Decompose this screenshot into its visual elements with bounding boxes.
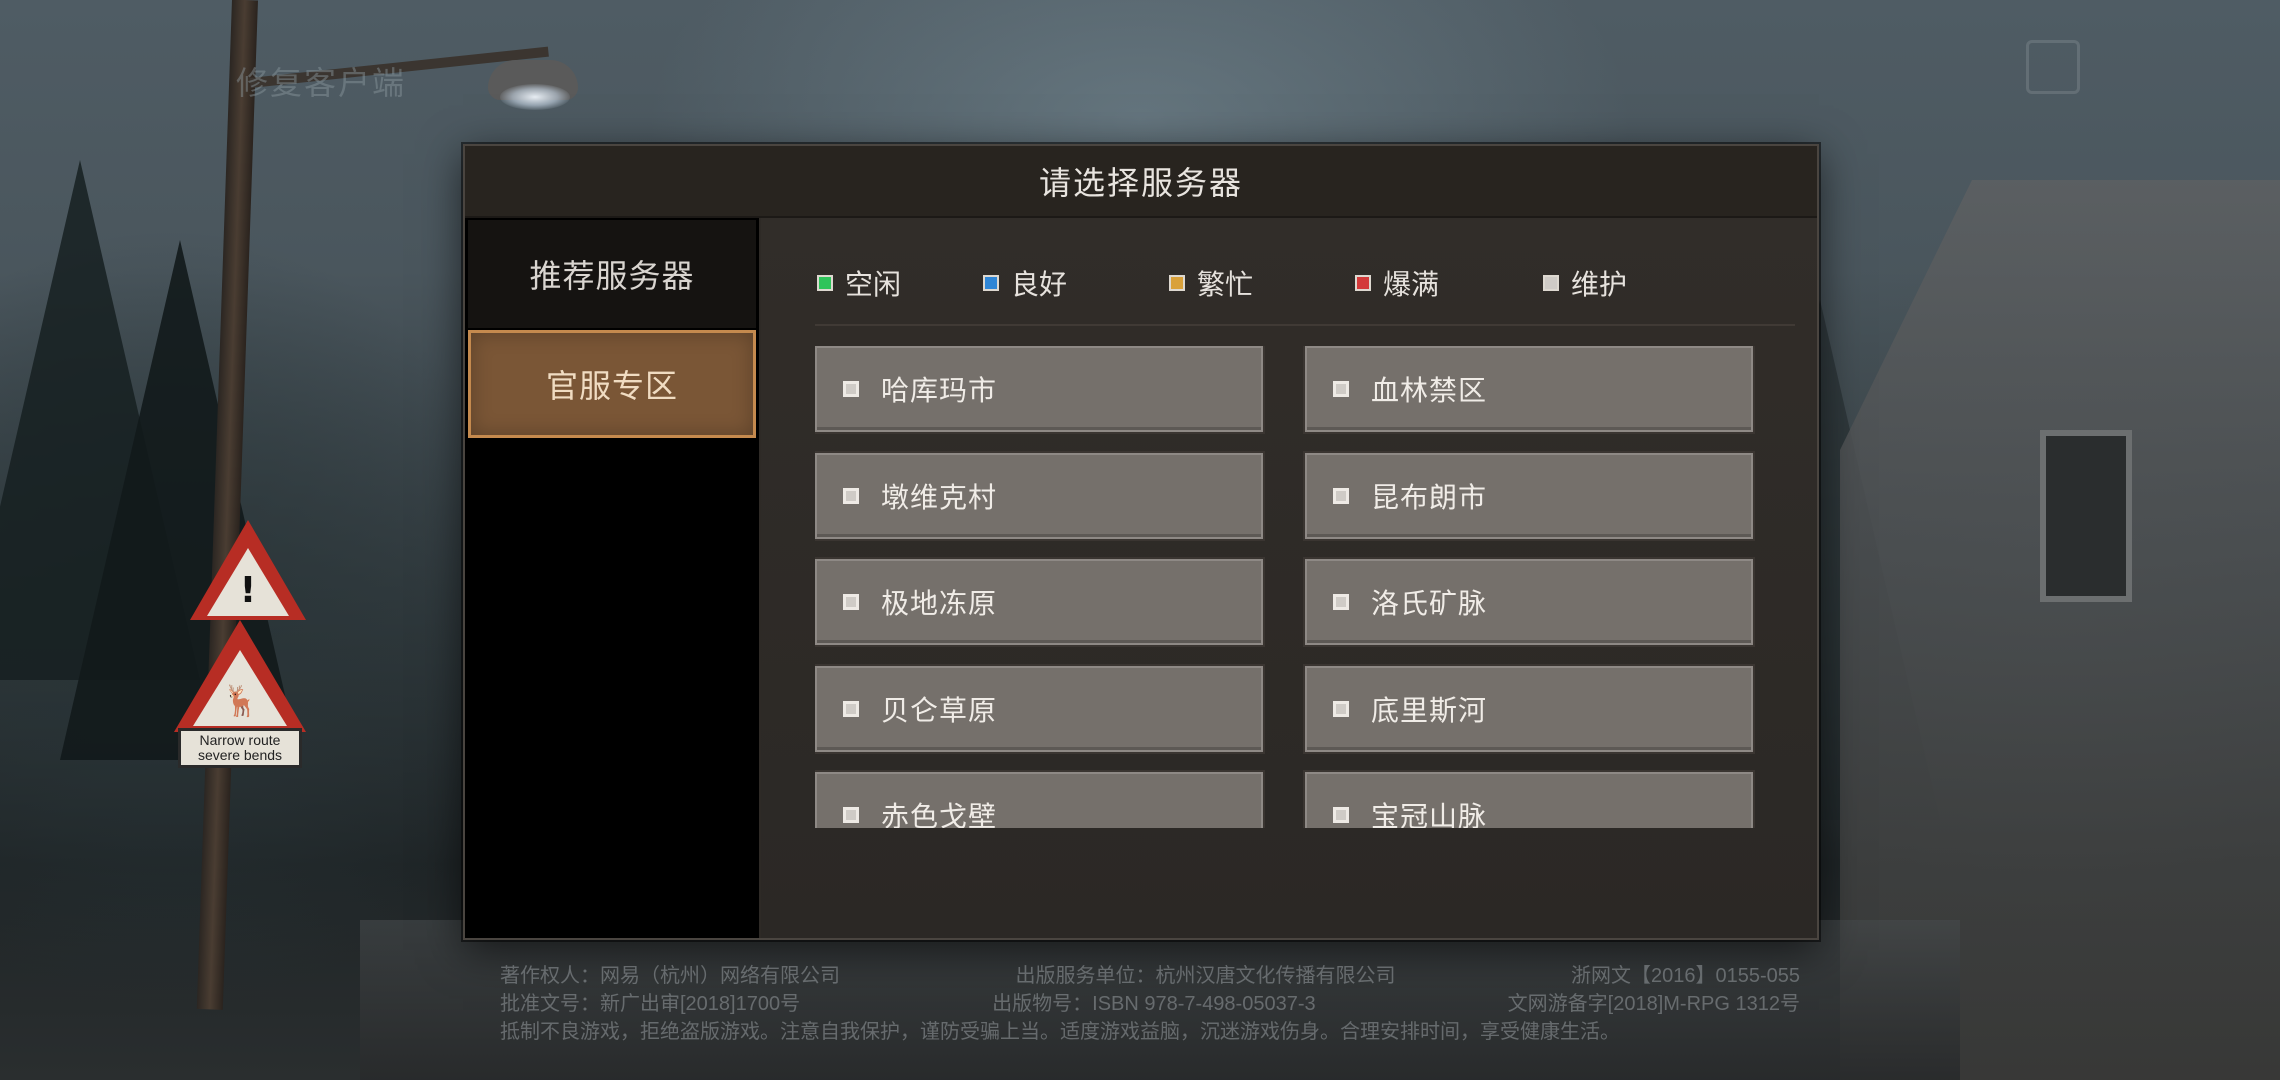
server-status-icon [1333, 594, 1349, 610]
exclamation-icon: ! [239, 570, 257, 611]
footer-text: 文网游备字[2018]M-RPG 1312号 [1507, 993, 1800, 1015]
server-name: 血林禁区 [1371, 375, 1488, 406]
server-card[interactable]: 极地冻原 [815, 559, 1263, 645]
footer-text: 出版物号：ISBN 978-7-498-05037-3 [992, 993, 1316, 1015]
footer-text: 浙网文【2016】0155-055 [1570, 965, 1800, 987]
server-list-panel: 空闲 良好 繁忙 爆满 维护 哈库玛市 血林禁区 墩维克村 昆布朗市 极地冻原 … [761, 218, 1817, 938]
full-status-icon [1355, 275, 1371, 291]
server-card[interactable]: 昆布朗市 [1305, 453, 1753, 539]
tab-official-servers[interactable]: 官服专区 [468, 330, 756, 438]
footer-text: 抵制不良游戏，拒绝盗版游戏。注意自我保护，谨防受骗上当。适度游戏益脑，沉迷游戏伤… [500, 1021, 1620, 1043]
repair-client-button[interactable]: 修复客户端 [236, 58, 406, 104]
legend-label: 良好 [1011, 269, 1068, 300]
server-card[interactable]: 底里斯河 [1305, 666, 1753, 752]
server-name: 底里斯河 [1371, 695, 1488, 726]
server-name: 昆布朗市 [1371, 482, 1488, 513]
server-status-icon [1333, 701, 1349, 717]
legend-divider [815, 324, 1795, 326]
dialog-title: 请选择服务器 [1038, 165, 1243, 201]
server-name: 墩维克村 [881, 482, 998, 513]
street-lamp-glow [500, 84, 570, 110]
background-house-window [2040, 430, 2132, 602]
legend-label: 繁忙 [1197, 269, 1254, 300]
legend-label: 维护 [1571, 269, 1628, 300]
maintenance-status-icon [1543, 275, 1559, 291]
tab-recommended-servers[interactable]: 推荐服务器 [468, 220, 756, 328]
server-status-icon [1333, 488, 1349, 504]
server-card[interactable]: 赤色戈壁 [815, 772, 1263, 828]
road-sign-text: Narrow route severe bends [178, 728, 302, 768]
server-card[interactable]: 贝仑草原 [815, 666, 1263, 752]
server-status-icon [1333, 381, 1349, 397]
server-card[interactable]: 宝冠山脉 [1305, 772, 1753, 828]
legend-item-maintenance: 维护 [1543, 258, 1627, 308]
footer-row: 批准文号：新广出审[2018]1700号 出版物号：ISBN 978-7-498… [500, 990, 1800, 1018]
footer-text: 批准文号：新广出审[2018]1700号 [500, 993, 801, 1015]
server-name: 洛氏矿脉 [1371, 588, 1488, 619]
footer-text: 出版服务单位：杭州汉唐文化传播有限公司 [1015, 965, 1396, 987]
legend-label: 空闲 [845, 269, 902, 300]
server-status-icon [843, 701, 859, 717]
server-status-icon [1333, 807, 1349, 823]
deer-icon: 🦌 [222, 684, 260, 719]
status-legend: 空闲 良好 繁忙 爆满 维护 [761, 258, 1817, 308]
server-name: 哈库玛市 [881, 375, 998, 406]
server-card[interactable]: 哈库玛市 [815, 346, 1263, 432]
dialog-header: 请选择服务器 [465, 146, 1817, 218]
footer-row: 著作权人：网易（杭州）网络有限公司 出版服务单位：杭州汉唐文化传播有限公司 浙网… [500, 962, 1800, 990]
server-select-dialog: 请选择服务器 推荐服务器 官服专区 空闲 良好 繁忙 爆满 维护 哈库玛市 血林… [463, 144, 1819, 940]
server-card[interactable]: 洛氏矿脉 [1305, 559, 1753, 645]
server-name: 贝仑草原 [881, 695, 998, 726]
menu-icon[interactable] [2026, 40, 2080, 94]
server-name: 极地冻原 [881, 588, 998, 619]
legend-item-good: 良好 [983, 258, 1067, 308]
server-status-icon [843, 488, 859, 504]
footer-row: 抵制不良游戏，拒绝盗版游戏。注意自我保护，谨防受骗上当。适度游戏益脑，沉迷游戏伤… [500, 1018, 1800, 1046]
good-status-icon [983, 275, 999, 291]
legend-label: 爆满 [1383, 269, 1440, 300]
legend-item-full: 爆满 [1355, 258, 1439, 308]
legend-item-busy: 繁忙 [1169, 258, 1253, 308]
server-name: 赤色戈壁 [881, 801, 998, 828]
legend-item-idle: 空闲 [817, 258, 901, 308]
server-status-icon [843, 594, 859, 610]
server-list[interactable]: 哈库玛市 血林禁区 墩维克村 昆布朗市 极地冻原 洛氏矿脉 贝仑草原 底里斯河 … [815, 346, 1795, 828]
legal-footer: 著作权人：网易（杭州）网络有限公司 出版服务单位：杭州汉唐文化传播有限公司 浙网… [500, 962, 1800, 1046]
server-status-icon [843, 381, 859, 397]
server-category-sidebar: 推荐服务器 官服专区 [465, 218, 759, 938]
server-card[interactable]: 血林禁区 [1305, 346, 1753, 432]
idle-status-icon [817, 275, 833, 291]
footer-text: 著作权人：网易（杭州）网络有限公司 [500, 965, 840, 987]
server-name: 宝冠山脉 [1371, 801, 1488, 828]
server-status-icon [843, 807, 859, 823]
server-card[interactable]: 墩维克村 [815, 453, 1263, 539]
busy-status-icon [1169, 275, 1185, 291]
